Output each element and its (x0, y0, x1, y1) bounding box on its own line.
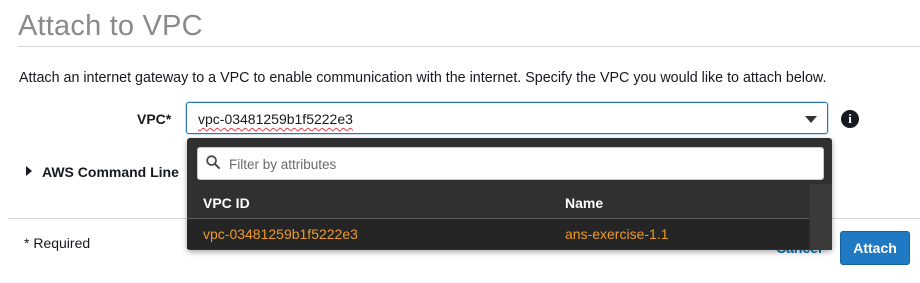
vpc-select-value: vpc-03481259b1f5222e3 (198, 111, 353, 127)
page-title: Attach to VPC (18, 10, 203, 42)
dropdown-scrollbar[interactable] (810, 184, 832, 250)
aws-cli-expander[interactable]: AWS Command Line (26, 164, 179, 180)
expand-triangle-icon (26, 166, 32, 176)
attach-button[interactable]: Attach (840, 231, 910, 265)
row-name[interactable]: ans-exercise-1.1 (565, 226, 669, 242)
caret-down-icon[interactable] (805, 116, 817, 123)
title-divider (18, 46, 920, 47)
info-icon[interactable]: i (841, 110, 859, 128)
aws-cli-label: AWS Command Line (42, 164, 179, 180)
vpc-select[interactable]: vpc-03481259b1f5222e3 (186, 102, 828, 134)
column-header-vpc-id: VPC ID (203, 195, 250, 211)
search-icon (206, 155, 220, 169)
vpc-label: VPC* (137, 111, 172, 127)
vpc-dropdown: Filter by attributes VPC ID Name vpc-034… (187, 138, 832, 250)
column-header-name: Name (565, 195, 604, 211)
page-description: Attach an internet gateway to a VPC to e… (19, 70, 827, 86)
filter-input[interactable]: Filter by attributes (197, 147, 824, 180)
row-vpc-id[interactable]: vpc-03481259b1f5222e3 (203, 226, 358, 242)
required-note: * Required (24, 235, 91, 251)
filter-placeholder: Filter by attributes (229, 157, 337, 172)
